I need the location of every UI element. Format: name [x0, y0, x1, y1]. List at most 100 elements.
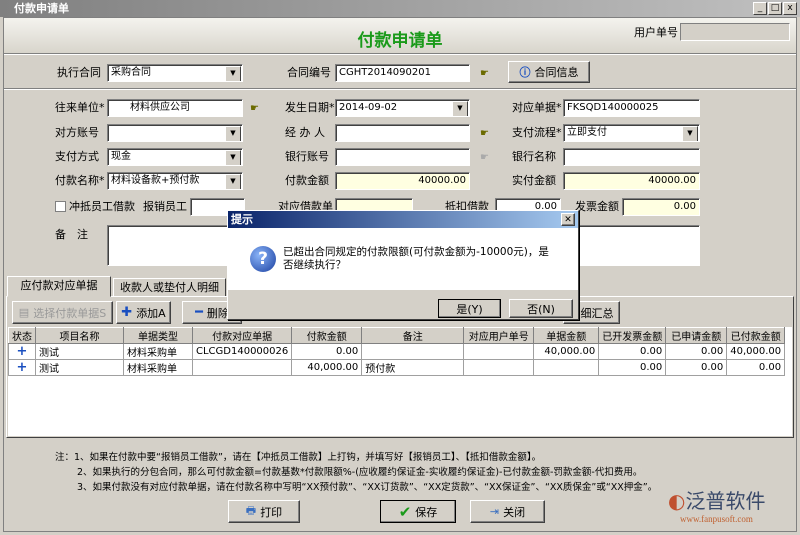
pick-hand-icon[interactable]: ☛: [480, 69, 494, 79]
column-header[interactable]: 已申请金额: [665, 327, 728, 344]
actual-amount-input[interactable]: 40000.00: [563, 172, 700, 190]
bank-name-label: 银行名称: [512, 150, 556, 163]
window-title: 付款申请单: [14, 2, 69, 15]
delete-label: 删除: [206, 306, 229, 320]
table-cell: 0.00: [598, 343, 667, 360]
contract-no-input[interactable]: CGHT2014090201: [335, 64, 470, 82]
dialog-message: 已超出合同规定的付款限额(可付款金额为-10000元)，是否继续执行？: [283, 246, 549, 271]
note-line-1: 注：1、如果在付款中要“报销员工借款”，请在【冲抵员工借款】上打钩，并填写好【报…: [55, 452, 542, 463]
table-cell: CLCGD140000026: [191, 343, 293, 360]
handler-input[interactable]: [335, 124, 470, 142]
offset-loan-checkbox[interactable]: [55, 201, 66, 212]
column-header[interactable]: 付款对应单据: [191, 327, 293, 344]
table-cell: 测试: [35, 343, 124, 360]
staff-label: 报销员工: [143, 200, 187, 213]
dialog-close-button[interactable]: ✕: [561, 213, 575, 226]
bank-account-input[interactable]: [335, 148, 470, 166]
tab-payable-docs[interactable]: 应付款对应单据: [7, 276, 111, 297]
close-label: 关闭: [503, 505, 526, 519]
minimize-button[interactable]: _: [753, 2, 767, 15]
table-cell: [463, 343, 535, 360]
pick-hand-icon: ☛: [480, 152, 489, 163]
column-header[interactable]: 对应用户单号: [463, 327, 535, 344]
table-header-row: 状态 项目名称 单据类型 付款对应单据 付款金额 备注 对应用户单号 单据金额 已开发票金额 已申…: [8, 327, 786, 344]
column-header[interactable]: 已付款金额: [726, 327, 786, 344]
table-cell: [191, 359, 293, 376]
invoice-input[interactable]: 0.00: [622, 198, 700, 216]
table-row[interactable]: + 测试 材料采购单 CLCGD140000026 0.00 40,000.00 0.00 0…: [8, 343, 786, 360]
maximize-button[interactable]: □: [768, 2, 782, 15]
column-header[interactable]: 备注: [361, 327, 465, 344]
table-row[interactable]: + 测试 材料采购单 40,000.00 预付款 0.00 0.00 0.00: [8, 359, 786, 376]
status-plus-icon: +: [8, 359, 36, 376]
table-area: 状态 项目名称 单据类型 付款对应单据 付款金额 备注 对应用户单号 单据金额 已开发票金额 已申…: [8, 327, 792, 436]
pick-hand-icon[interactable]: ☛: [250, 104, 264, 114]
close-window-button[interactable]: x: [783, 2, 797, 15]
detail-table: 状态 项目名称 单据类型 付款对应单据 付款金额 备注 对应用户单号 单据金额 已开发票金额 已申…: [8, 327, 786, 376]
exec-contract-label: 执行合同: [57, 66, 101, 79]
pay-name-select[interactable]: 材料设备款+预付款: [107, 172, 243, 190]
pay-name-label: 付款名称*: [55, 174, 105, 187]
table-cell: 材料采购单: [123, 359, 193, 376]
dialog-title-bar: 提示: [228, 211, 578, 228]
table-cell: 0.00: [665, 359, 728, 376]
print-button[interactable]: 🖶 打印: [228, 500, 300, 523]
no-button[interactable]: 否(N): [509, 299, 573, 318]
pay-amount-label: 付款金额: [285, 174, 329, 187]
column-header[interactable]: 已开发票金额: [598, 327, 667, 344]
offset-loan-label: 冲抵员工借款: [69, 200, 135, 213]
method-label: 支付方式: [55, 150, 99, 163]
method-select[interactable]: 现金: [107, 148, 243, 166]
user-no-label: 用户单号: [634, 26, 678, 39]
add-button[interactable]: ✚ 添加A: [116, 301, 171, 324]
tab-payee-details[interactable]: 收款人或垫付人明细: [113, 278, 226, 297]
pick-hand-icon[interactable]: ☛: [480, 129, 494, 139]
column-header[interactable]: 项目名称: [35, 327, 124, 344]
partner-label: 往来单位*: [55, 101, 105, 114]
user-no-input[interactable]: [680, 23, 790, 41]
pay-amount-input[interactable]: 40000.00: [335, 172, 470, 190]
info-icon: ⓘ: [519, 66, 531, 79]
table-cell: [361, 343, 465, 360]
column-header[interactable]: 付款金额: [291, 327, 363, 344]
logo-icon: ◐: [668, 489, 686, 513]
note-line-3: 3、如果付款没有对应付款单据，请在付款名称中写明“XX预付款”、“XX订货款”、…: [77, 482, 658, 493]
bank-name-input[interactable]: [563, 148, 700, 166]
doc-input[interactable]: FKSQD140000025: [563, 99, 700, 117]
save-button[interactable]: ✔ 保存: [380, 500, 456, 523]
yes-button[interactable]: 是(Y): [438, 299, 501, 318]
table-cell: 材料采购单: [123, 343, 193, 360]
flow-label: 支付流程*: [512, 126, 562, 139]
handler-label: 经 办 人: [285, 126, 325, 139]
table-cell: 0.00: [598, 359, 667, 376]
table-cell: 0.00: [726, 359, 786, 376]
close-button[interactable]: ⇥ 关闭: [470, 500, 545, 523]
select-docs-label: 选择付款单据S: [33, 306, 107, 320]
invoice-label: 发票金额: [575, 200, 619, 213]
plus-icon: ✚: [121, 305, 133, 320]
column-header[interactable]: 状态: [8, 327, 36, 344]
table-cell: 0.00: [291, 343, 363, 360]
question-icon: ?: [250, 246, 276, 272]
checkmark-icon: ✔: [398, 502, 412, 521]
logo-url: www.fanpusoft.com: [680, 514, 753, 524]
date-label: 发生日期*: [285, 101, 335, 114]
actual-amount-label: 实付金额: [512, 174, 556, 187]
account-select[interactable]: [107, 124, 243, 142]
contract-info-button[interactable]: ⓘ 合同信息: [508, 61, 590, 83]
table-cell: [533, 359, 600, 376]
divider: [4, 53, 796, 55]
remark-label: 备 注: [55, 228, 88, 241]
select-docs-button[interactable]: ▤ 选择付款单据S: [12, 301, 113, 324]
doc-label: 对应单据*: [512, 101, 562, 114]
column-header[interactable]: 单据类型: [123, 327, 193, 344]
table-cell: 40,000.00: [726, 343, 786, 360]
contract-no-label: 合同编号: [287, 66, 331, 79]
flow-select[interactable]: 立即支付: [563, 124, 700, 142]
table-cell: 预付款: [361, 359, 465, 376]
printer-icon: 🖶: [245, 504, 257, 517]
exec-contract-select[interactable]: 采购合同: [107, 64, 243, 82]
date-select[interactable]: 2014-09-02: [335, 99, 470, 117]
column-header[interactable]: 单据金额: [533, 327, 600, 344]
partner-input[interactable]: 材料供应公司: [107, 99, 243, 117]
